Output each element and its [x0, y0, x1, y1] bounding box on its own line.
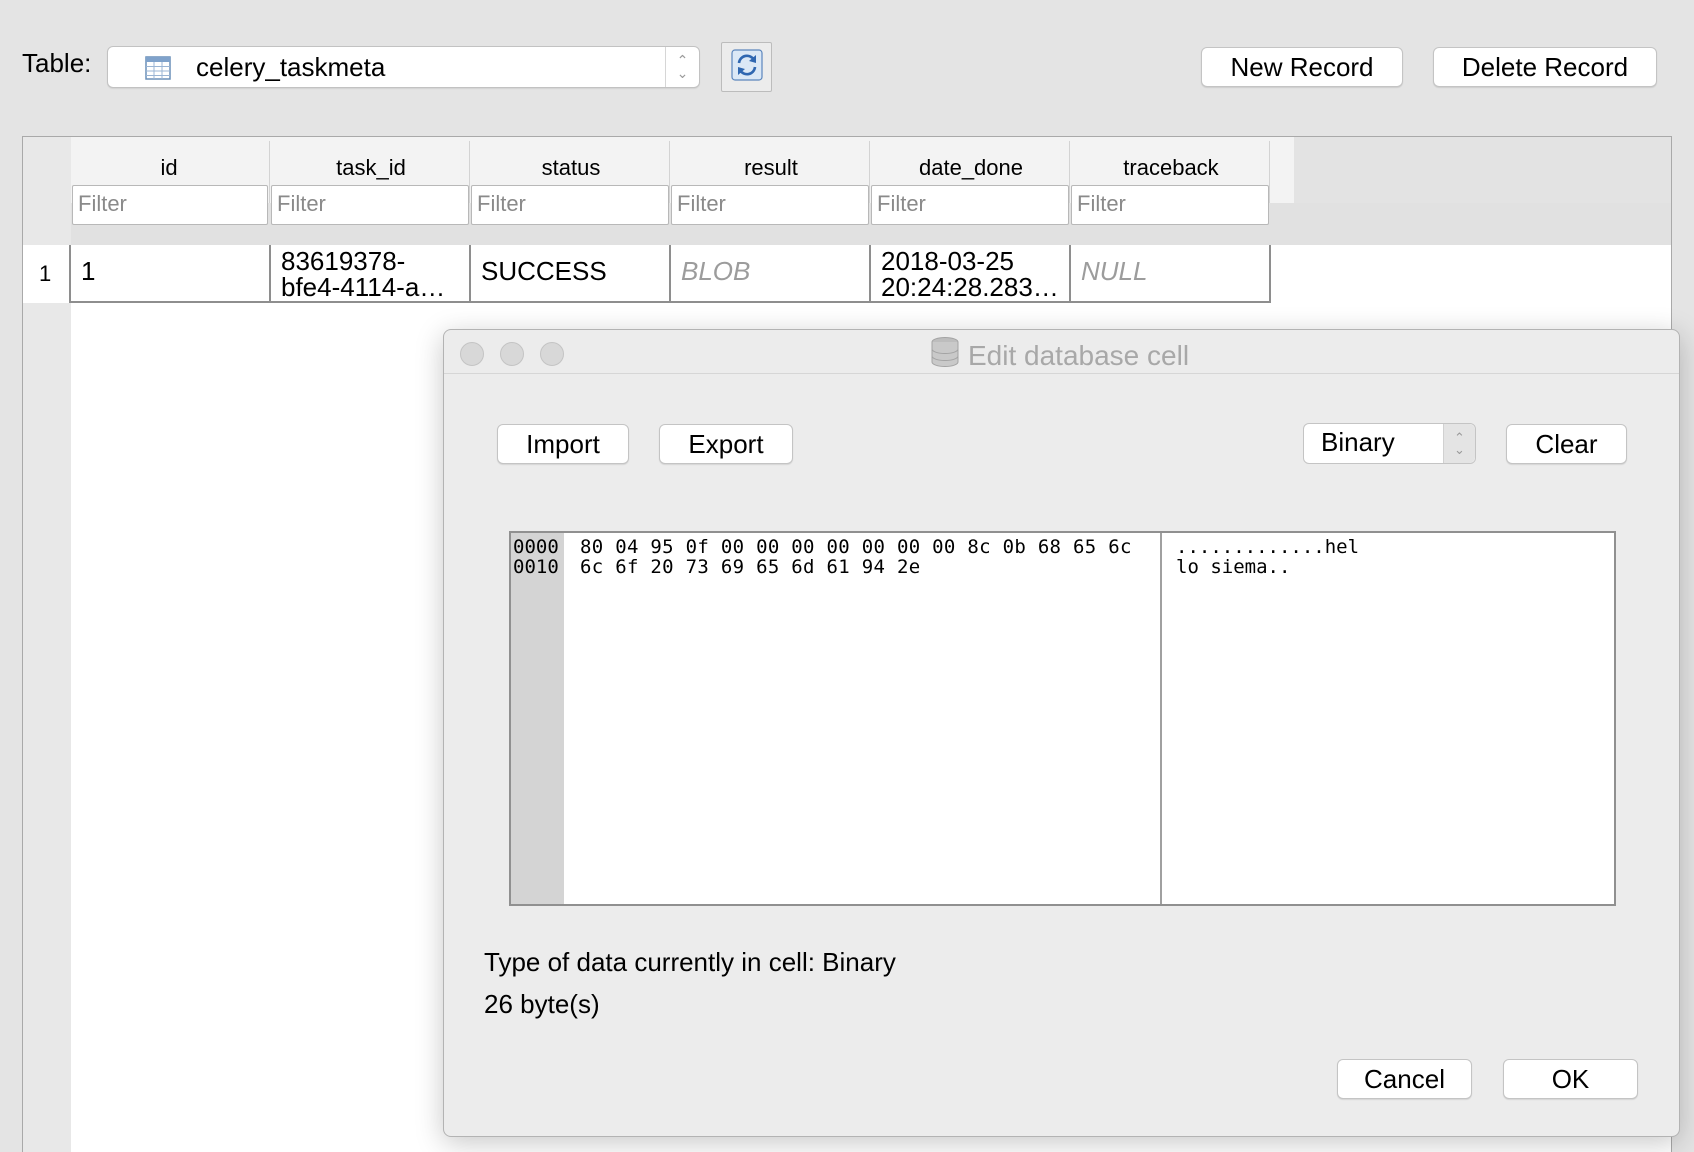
table-icon: [144, 54, 172, 82]
dialog-title: Edit database cell: [930, 336, 1189, 375]
dialog-titlebar[interactable]: Edit database cell: [444, 330, 1679, 374]
filter-input-task-id[interactable]: Filter: [271, 185, 469, 225]
filter-input-status[interactable]: Filter: [471, 185, 669, 225]
table-select-value: celery_taskmeta: [196, 52, 386, 82]
column-header-id[interactable]: id: [71, 155, 267, 183]
chevron-updown-icon: ⌃ ⌄: [665, 47, 699, 87]
filter-input-date-done[interactable]: Filter: [871, 185, 1069, 225]
column-header-status[interactable]: status: [471, 155, 671, 183]
dialog-title-text: Edit database cell: [968, 339, 1190, 371]
new-record-button[interactable]: New Record: [1201, 47, 1403, 87]
minimize-window-button[interactable]: [500, 342, 524, 366]
table-select[interactable]: celery_taskmeta ⌃ ⌄: [107, 46, 700, 88]
cell-status[interactable]: SUCCESS: [469, 245, 671, 303]
cancel-button[interactable]: Cancel: [1337, 1059, 1472, 1099]
hex-offset: 0010: [513, 556, 559, 578]
cell-type-info: Type of data currently in cell: Binary: [484, 947, 896, 977]
ok-button[interactable]: OK: [1503, 1059, 1638, 1099]
filter-input-id[interactable]: Filter: [72, 185, 268, 225]
hex-ascii-line[interactable]: lo siema..: [1176, 557, 1290, 577]
hex-offset: 0000: [513, 536, 559, 558]
hex-bytes-line[interactable]: 80 04 95 0f 00 00 00 00 00 00 00 8c 0b 6…: [580, 537, 1132, 557]
hex-bytes-line[interactable]: 6c 6f 20 73 69 65 6d 61 94 2e: [580, 557, 920, 577]
cell-id[interactable]: 1: [69, 245, 271, 303]
cell-date-done[interactable]: 2018-03-25 20:24:28.283…: [869, 245, 1071, 303]
edit-cell-dialog: Edit database cell Import Export Binary …: [443, 329, 1680, 1137]
hex-offset-column: [511, 533, 564, 904]
export-button[interactable]: Export: [659, 424, 793, 464]
column-header-traceback[interactable]: traceback: [1071, 155, 1271, 183]
column-header-result[interactable]: result: [671, 155, 871, 183]
mode-select[interactable]: Binary ⌃ ⌄: [1303, 423, 1476, 464]
zoom-window-button[interactable]: [540, 342, 564, 366]
column-header-date-done[interactable]: date_done: [871, 155, 1071, 183]
hex-ascii-line[interactable]: .............hel: [1176, 537, 1359, 557]
cell-task-id[interactable]: 83619378- bfe4-4114-a…: [269, 245, 471, 303]
close-window-button[interactable]: [460, 342, 484, 366]
import-button[interactable]: Import: [497, 424, 629, 464]
app-window: Table: celery_taskmeta ⌃ ⌄ New Record De…: [0, 0, 1694, 1152]
cell-result[interactable]: BLOB: [669, 245, 871, 303]
cell-size-info: 26 byte(s): [484, 989, 600, 1019]
table-label: Table:: [22, 48, 92, 78]
column-header-task-id[interactable]: task_id: [271, 155, 471, 183]
mode-select-value: Binary: [1321, 427, 1395, 457]
chevron-updown-icon: ⌃ ⌄: [1443, 424, 1475, 463]
refresh-button[interactable]: [721, 42, 772, 92]
cell-traceback[interactable]: NULL: [1069, 245, 1271, 303]
row-number[interactable]: 1: [39, 261, 51, 287]
hex-editor[interactable]: 0000 0010 80 04 95 0f 00 00 00 00 00 00 …: [509, 531, 1616, 906]
refresh-icon: [730, 48, 764, 87]
filter-input-traceback[interactable]: Filter: [1071, 185, 1269, 225]
delete-record-button[interactable]: Delete Record: [1433, 47, 1657, 87]
database-icon: [930, 336, 960, 375]
clear-button[interactable]: Clear: [1506, 424, 1627, 464]
filter-input-result[interactable]: Filter: [671, 185, 869, 225]
